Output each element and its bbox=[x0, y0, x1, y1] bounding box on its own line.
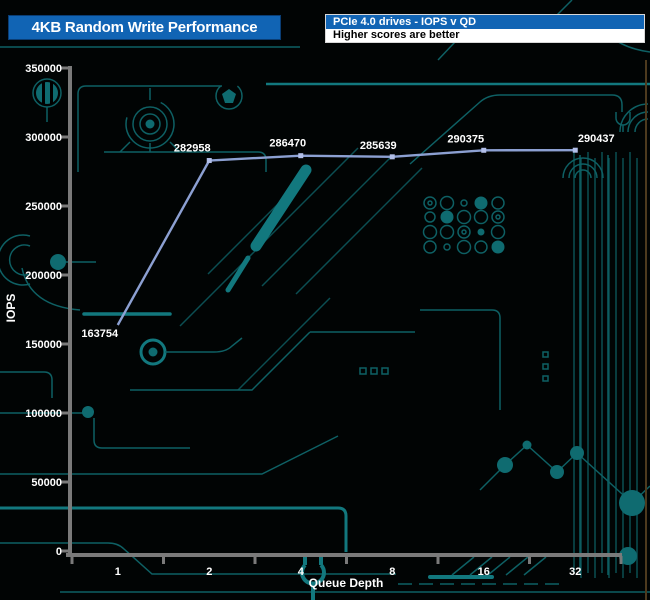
chart-title: 4KB Random Write Performance bbox=[31, 19, 258, 36]
data-point-label: 290437 bbox=[578, 133, 615, 145]
x-tick-label: 16 bbox=[478, 566, 490, 578]
data-point-label: 163754 bbox=[81, 328, 119, 340]
y-tick-label: 350000 bbox=[25, 63, 62, 75]
y-tick-label: 200000 bbox=[25, 270, 62, 282]
x-tick-label: 1 bbox=[115, 566, 121, 578]
data-point-marker bbox=[572, 147, 578, 153]
data-point-label: 285639 bbox=[360, 140, 397, 152]
data-point-marker bbox=[298, 153, 304, 159]
y-tick-label: 300000 bbox=[25, 132, 62, 144]
data-point-marker bbox=[389, 154, 395, 160]
y-tick-label: 50000 bbox=[31, 477, 62, 489]
iops-line-chart: IOPS Queue Depth 0 50000 100000 150000 20000… bbox=[4, 63, 623, 590]
x-tick-label: 32 bbox=[569, 566, 581, 578]
x-tick-label: 2 bbox=[206, 566, 212, 578]
y-tick-label: 0 bbox=[56, 546, 62, 558]
x-axis-title: Queue Depth bbox=[309, 576, 384, 590]
data-point-label: 286470 bbox=[269, 138, 306, 150]
data-point-label: 282958 bbox=[174, 143, 211, 155]
chart-title-bar: 4KB Random Write Performance bbox=[8, 15, 281, 40]
y-tick-label: 100000 bbox=[25, 408, 62, 420]
y-tick-label: 250000 bbox=[25, 201, 62, 213]
y-tick-label: 150000 bbox=[25, 339, 62, 351]
chart-subtitle: PCIe 4.0 drives - IOPS v QD bbox=[326, 15, 644, 29]
chart-note: Higher scores are better bbox=[326, 29, 644, 42]
data-point-marker bbox=[206, 158, 212, 164]
x-tick-label: 4 bbox=[298, 566, 305, 578]
y-axis-title: IOPS bbox=[4, 294, 18, 323]
iops-series-line bbox=[116, 148, 576, 326]
chart-info-box: PCIe 4.0 drives - IOPS v QD Higher score… bbox=[325, 14, 645, 43]
data-point-marker bbox=[481, 147, 487, 153]
x-tick-label: 8 bbox=[389, 566, 395, 578]
screenshot-root: IOPS Queue Depth 0 50000 100000 150000 20000… bbox=[0, 0, 650, 600]
data-point-label: 290375 bbox=[447, 133, 484, 145]
